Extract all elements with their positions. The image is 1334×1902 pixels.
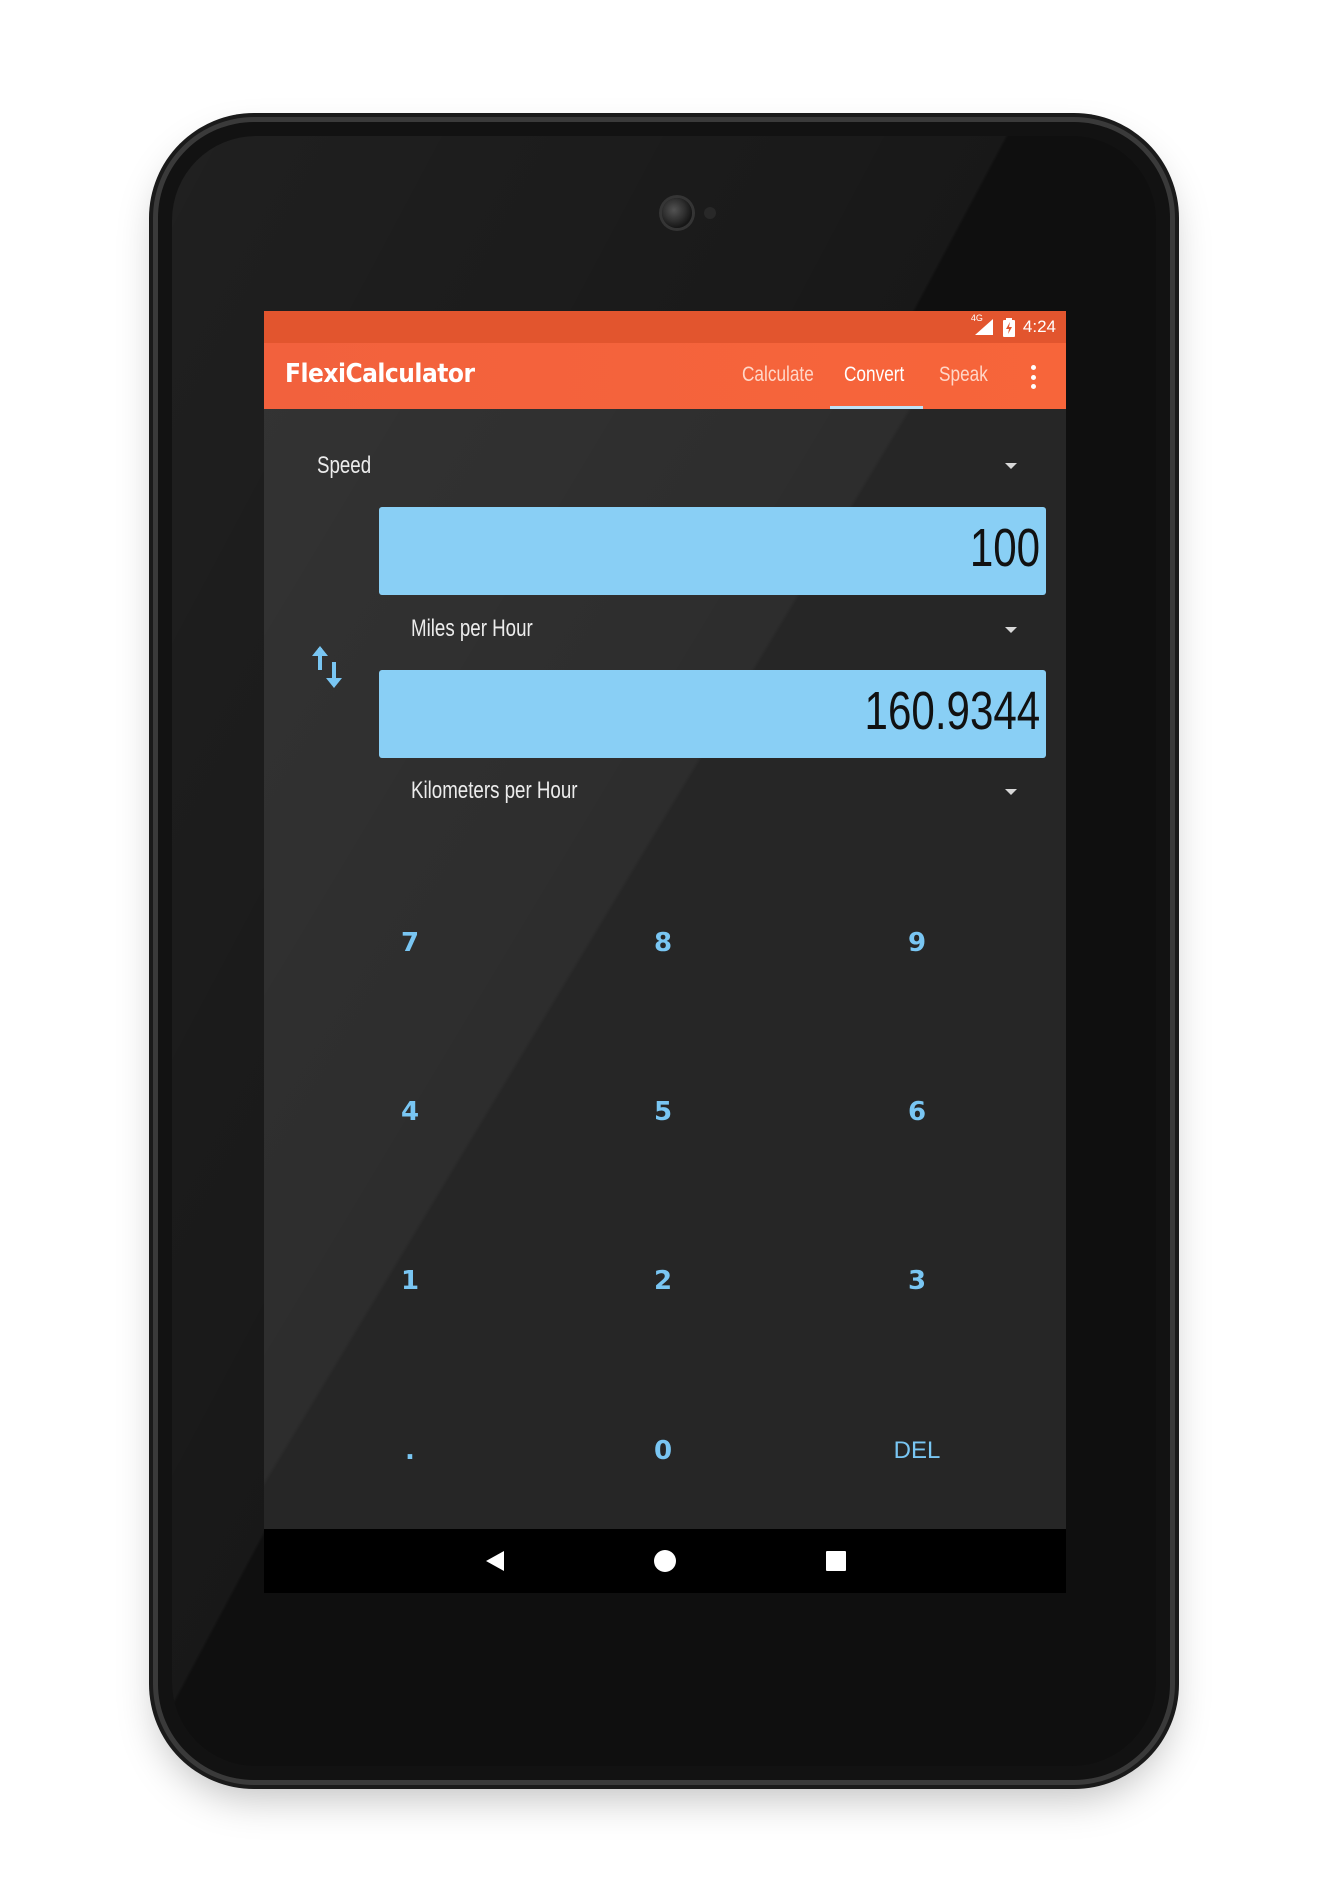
input-unit-label: Miles per Hour (411, 615, 533, 642)
key-6[interactable]: 6 (842, 1082, 992, 1142)
network-type: 4G (970, 313, 983, 323)
chevron-down-icon (1005, 627, 1017, 633)
key-0[interactable]: 0 (588, 1421, 738, 1481)
key-8[interactable]: 8 (588, 913, 738, 973)
tab-calculate[interactable]: Calculate (742, 363, 814, 387)
delete-button[interactable]: DEL (842, 1421, 992, 1481)
key-9[interactable]: 9 (842, 913, 992, 973)
active-tab-indicator (830, 406, 923, 409)
system-nav-bar (264, 1529, 1066, 1593)
output-unit-dropdown[interactable]: Kilometers per Hour (379, 769, 1046, 811)
status-bar: 4G 4:24 (264, 311, 1066, 343)
chevron-down-icon (1005, 789, 1017, 795)
signal-icon: 4G (971, 313, 995, 337)
category-label: Speed (317, 452, 372, 479)
output-value-field[interactable]: 160.9344 (379, 670, 1046, 758)
overflow-menu-icon[interactable] (1030, 365, 1036, 389)
chevron-down-icon (1005, 463, 1017, 469)
key-3[interactable]: 3 (842, 1251, 992, 1311)
tab-speak[interactable]: Speak (939, 363, 988, 387)
category-dropdown[interactable]: Speed (264, 446, 1066, 486)
key-4[interactable]: 4 (335, 1082, 485, 1142)
key-7[interactable]: 7 (335, 913, 485, 973)
app-bar: FlexiCalculator Calculate Convert Speak (264, 343, 1066, 409)
app-title: FlexiCalculator (285, 359, 475, 389)
front-camera (662, 198, 692, 228)
key-5[interactable]: 5 (588, 1082, 738, 1142)
key-2[interactable]: 2 (588, 1251, 738, 1311)
input-unit-dropdown[interactable]: Miles per Hour (379, 607, 1046, 649)
app-screen: 4G 4:24 FlexiCalculator Calculate Conver… (264, 311, 1066, 1593)
light-sensor (704, 207, 716, 219)
clock: 4:24 (1022, 317, 1056, 336)
output-value: 160.9344 (864, 681, 1040, 741)
battery-icon (1002, 317, 1015, 337)
home-icon[interactable] (645, 1541, 685, 1581)
recents-icon[interactable] (816, 1541, 856, 1581)
key-decimal[interactable]: . (335, 1421, 485, 1481)
swap-icon[interactable] (310, 644, 346, 690)
back-icon[interactable] (475, 1541, 515, 1581)
input-value: 100 (969, 518, 1040, 578)
tab-convert[interactable]: Convert (844, 363, 904, 387)
input-value-field[interactable]: 100 (379, 507, 1046, 595)
key-1[interactable]: 1 (335, 1251, 485, 1311)
status-icons: 4G 4:24 (971, 313, 1056, 338)
output-unit-label: Kilometers per Hour (411, 777, 578, 804)
